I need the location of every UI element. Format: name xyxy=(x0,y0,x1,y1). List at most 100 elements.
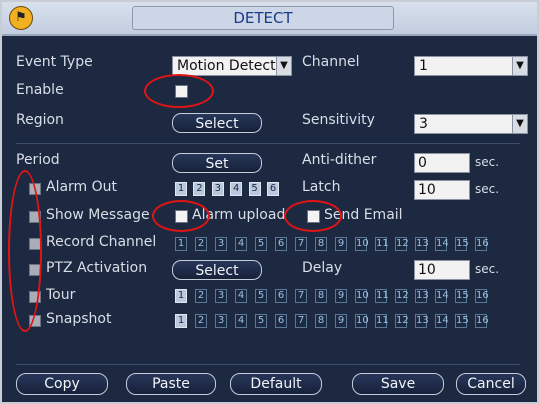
chevron-down-icon: ▼ xyxy=(512,115,527,133)
paste-button[interactable]: Paste xyxy=(126,373,216,395)
record-channel-6[interactable]: 6 xyxy=(275,237,287,251)
tour-channel-8[interactable]: 8 xyxy=(315,289,327,303)
latch-unit: sec. xyxy=(475,182,500,196)
window-title: DETECT xyxy=(233,9,293,27)
tour-channel-7[interactable]: 7 xyxy=(295,289,307,303)
send-email-label: Send Email xyxy=(324,207,403,223)
alarm-channel-6[interactable]: 6 xyxy=(267,182,279,196)
record-channel-checkbox[interactable] xyxy=(29,238,41,250)
record-channel-15[interactable]: 15 xyxy=(455,237,469,251)
record-channel-8[interactable]: 8 xyxy=(315,237,327,251)
delay-label: Delay xyxy=(302,260,343,276)
record-channel-7[interactable]: 7 xyxy=(295,237,307,251)
title-bar: ⚑ DETECT xyxy=(2,2,537,36)
channel-label: Channel xyxy=(302,54,360,70)
record-channel-13[interactable]: 13 xyxy=(415,237,429,251)
tour-channel-10[interactable]: 10 xyxy=(355,289,369,303)
delay-unit: sec. xyxy=(475,262,500,276)
delay-input[interactable]: 10 xyxy=(414,260,470,280)
snapshot-channel-16[interactable]: 16 xyxy=(475,314,489,328)
record-channel-1[interactable]: 1 xyxy=(175,237,187,251)
record-channel-label: Record Channel xyxy=(46,234,157,250)
record-channel-9[interactable]: 9 xyxy=(335,237,347,251)
tour-channel-13[interactable]: 13 xyxy=(415,289,429,303)
send-email-checkbox[interactable] xyxy=(307,210,320,223)
tour-channel-4[interactable]: 4 xyxy=(235,289,247,303)
record-channel-10[interactable]: 10 xyxy=(355,237,369,251)
event-type-value: Motion Detect xyxy=(177,58,276,74)
snapshot-channel-14[interactable]: 14 xyxy=(435,314,449,328)
alarm-channel-4[interactable]: 4 xyxy=(230,182,243,196)
snapshot-channel-2[interactable]: 2 xyxy=(195,314,207,328)
tour-channel-3[interactable]: 3 xyxy=(215,289,227,303)
event-type-dropdown[interactable]: Motion Detect ▼ xyxy=(172,56,292,76)
record-channel-5[interactable]: 5 xyxy=(255,237,267,251)
sensitivity-value: 3 xyxy=(419,116,428,132)
snapshot-channel-10[interactable]: 10 xyxy=(355,314,369,328)
snapshot-channel-9[interactable]: 9 xyxy=(335,314,347,328)
record-channel-3[interactable]: 3 xyxy=(215,237,227,251)
tour-channel-16[interactable]: 16 xyxy=(475,289,489,303)
snapshot-channel-3[interactable]: 3 xyxy=(215,314,227,328)
enable-checkbox[interactable] xyxy=(175,85,188,98)
tour-channel-5[interactable]: 5 xyxy=(255,289,267,303)
snapshot-channel-8[interactable]: 8 xyxy=(315,314,327,328)
sensitivity-label: Sensitivity xyxy=(302,112,375,128)
alarm-upload-checkbox[interactable] xyxy=(175,210,188,223)
copy-button[interactable]: Copy xyxy=(16,373,108,395)
ptz-select-button[interactable]: Select xyxy=(172,260,262,280)
period-set-button[interactable]: Set xyxy=(172,153,262,173)
latch-label: Latch xyxy=(302,179,341,195)
tour-channel-6[interactable]: 6 xyxy=(275,289,287,303)
snapshot-checkbox[interactable] xyxy=(29,315,41,327)
alarm-out-checkbox[interactable] xyxy=(29,183,41,195)
snapshot-channel-1[interactable]: 1 xyxy=(175,314,187,328)
show-message-checkbox[interactable] xyxy=(29,211,41,223)
tour-checkbox[interactable] xyxy=(29,291,41,303)
tour-channel-1[interactable]: 1 xyxy=(175,289,187,303)
record-channel-2[interactable]: 2 xyxy=(195,237,207,251)
tour-label: Tour xyxy=(46,287,76,303)
snapshot-label: Snapshot xyxy=(46,311,112,327)
alarm-upload-label: Alarm upload xyxy=(192,207,286,223)
anti-dither-label: Anti-dither xyxy=(302,152,377,168)
snapshot-channel-15[interactable]: 15 xyxy=(455,314,469,328)
snapshot-channel-4[interactable]: 4 xyxy=(235,314,247,328)
tour-channel-14[interactable]: 14 xyxy=(435,289,449,303)
snapshot-channel-6[interactable]: 6 xyxy=(275,314,287,328)
region-select-button[interactable]: Select xyxy=(172,113,262,133)
record-channel-11[interactable]: 11 xyxy=(375,237,389,251)
cancel-button[interactable]: Cancel xyxy=(456,373,526,395)
snapshot-channel-7[interactable]: 7 xyxy=(295,314,307,328)
footer-divider xyxy=(16,364,520,365)
save-button[interactable]: Save xyxy=(352,373,444,395)
snapshot-channel-11[interactable]: 11 xyxy=(375,314,389,328)
anti-dither-input[interactable]: 0 xyxy=(414,153,470,173)
alarm-channel-2[interactable]: 2 xyxy=(193,182,206,196)
snapshot-channel-5[interactable]: 5 xyxy=(255,314,267,328)
snapshot-channel-13[interactable]: 13 xyxy=(415,314,429,328)
ptz-activation-checkbox[interactable] xyxy=(29,264,41,276)
record-channel-16[interactable]: 16 xyxy=(475,237,489,251)
tour-channel-12[interactable]: 12 xyxy=(395,289,409,303)
tour-channel-2[interactable]: 2 xyxy=(195,289,207,303)
alarm-channel-1[interactable]: 1 xyxy=(175,182,187,196)
anti-dither-unit: sec. xyxy=(475,155,500,169)
channel-dropdown[interactable]: 1 ▼ xyxy=(414,56,528,76)
record-channel-12[interactable]: 12 xyxy=(395,237,409,251)
detect-window: ⚑ DETECT Event Type Motion Detect ▼ Chan… xyxy=(0,0,539,404)
region-label: Region xyxy=(16,112,64,128)
logo-icon: ⚑ xyxy=(9,6,33,30)
tour-channel-11[interactable]: 11 xyxy=(375,289,389,303)
alarm-channel-3[interactable]: 3 xyxy=(211,182,224,196)
latch-input[interactable]: 10 xyxy=(414,180,470,200)
snapshot-channel-12[interactable]: 12 xyxy=(395,314,409,328)
tour-channel-15[interactable]: 15 xyxy=(455,289,469,303)
tour-channel-9[interactable]: 9 xyxy=(335,289,347,303)
sensitivity-dropdown[interactable]: 3 ▼ xyxy=(414,114,528,134)
alarm-channel-5[interactable]: 5 xyxy=(248,182,261,196)
period-label: Period xyxy=(16,152,60,168)
record-channel-14[interactable]: 14 xyxy=(435,237,449,251)
default-button[interactable]: Default xyxy=(230,373,322,395)
record-channel-4[interactable]: 4 xyxy=(235,237,247,251)
